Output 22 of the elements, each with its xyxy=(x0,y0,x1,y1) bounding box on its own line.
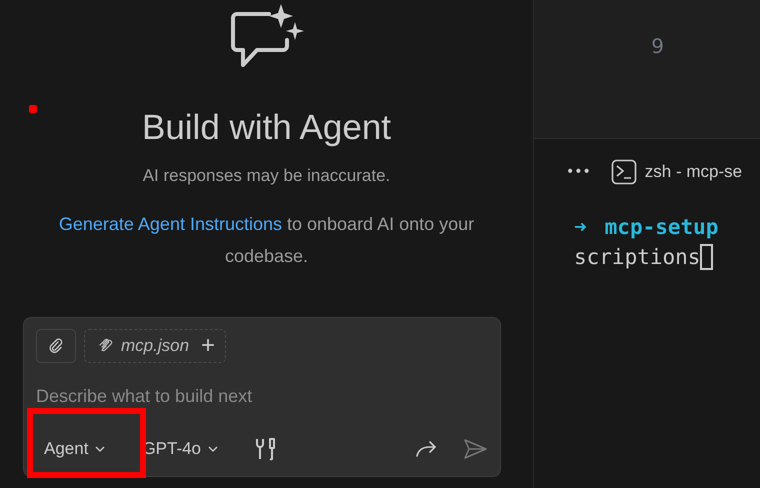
line-number: 9 xyxy=(650,34,664,60)
send-icon[interactable] xyxy=(462,437,488,461)
mode-dropdown[interactable]: Agent xyxy=(34,435,116,463)
add-context-button[interactable]: + xyxy=(197,334,216,358)
terminal-icon xyxy=(610,159,637,185)
prompt-directory: mcp-setup xyxy=(604,214,718,241)
onboard-text: Generate Agent Instructions to onboard AI onto your codebase. xyxy=(58,213,476,268)
prompt-field[interactable]: Describe what to build next xyxy=(36,386,356,407)
attach-button[interactable] xyxy=(36,329,76,363)
terminal-output: scriptions xyxy=(574,244,700,271)
terminal-cursor xyxy=(700,244,714,270)
disclaimer-text: AI responses may be inaccurate. xyxy=(142,166,390,186)
file-name: mcp.json xyxy=(121,336,190,356)
redo-arrow-icon[interactable] xyxy=(414,439,438,459)
instructions-link[interactable]: Generate Agent Instructions xyxy=(58,214,282,234)
context-chip[interactable]: mcp.json + xyxy=(84,329,226,363)
prompt-arrow: ➜ xyxy=(574,214,587,241)
paperclip-icon xyxy=(48,338,64,354)
terminal-tab[interactable]: zsh - mcp-se xyxy=(610,159,742,185)
more-menu[interactable]: ••• xyxy=(566,164,591,180)
panel-title: Build with Agent xyxy=(142,108,392,148)
file-icon xyxy=(97,338,113,354)
